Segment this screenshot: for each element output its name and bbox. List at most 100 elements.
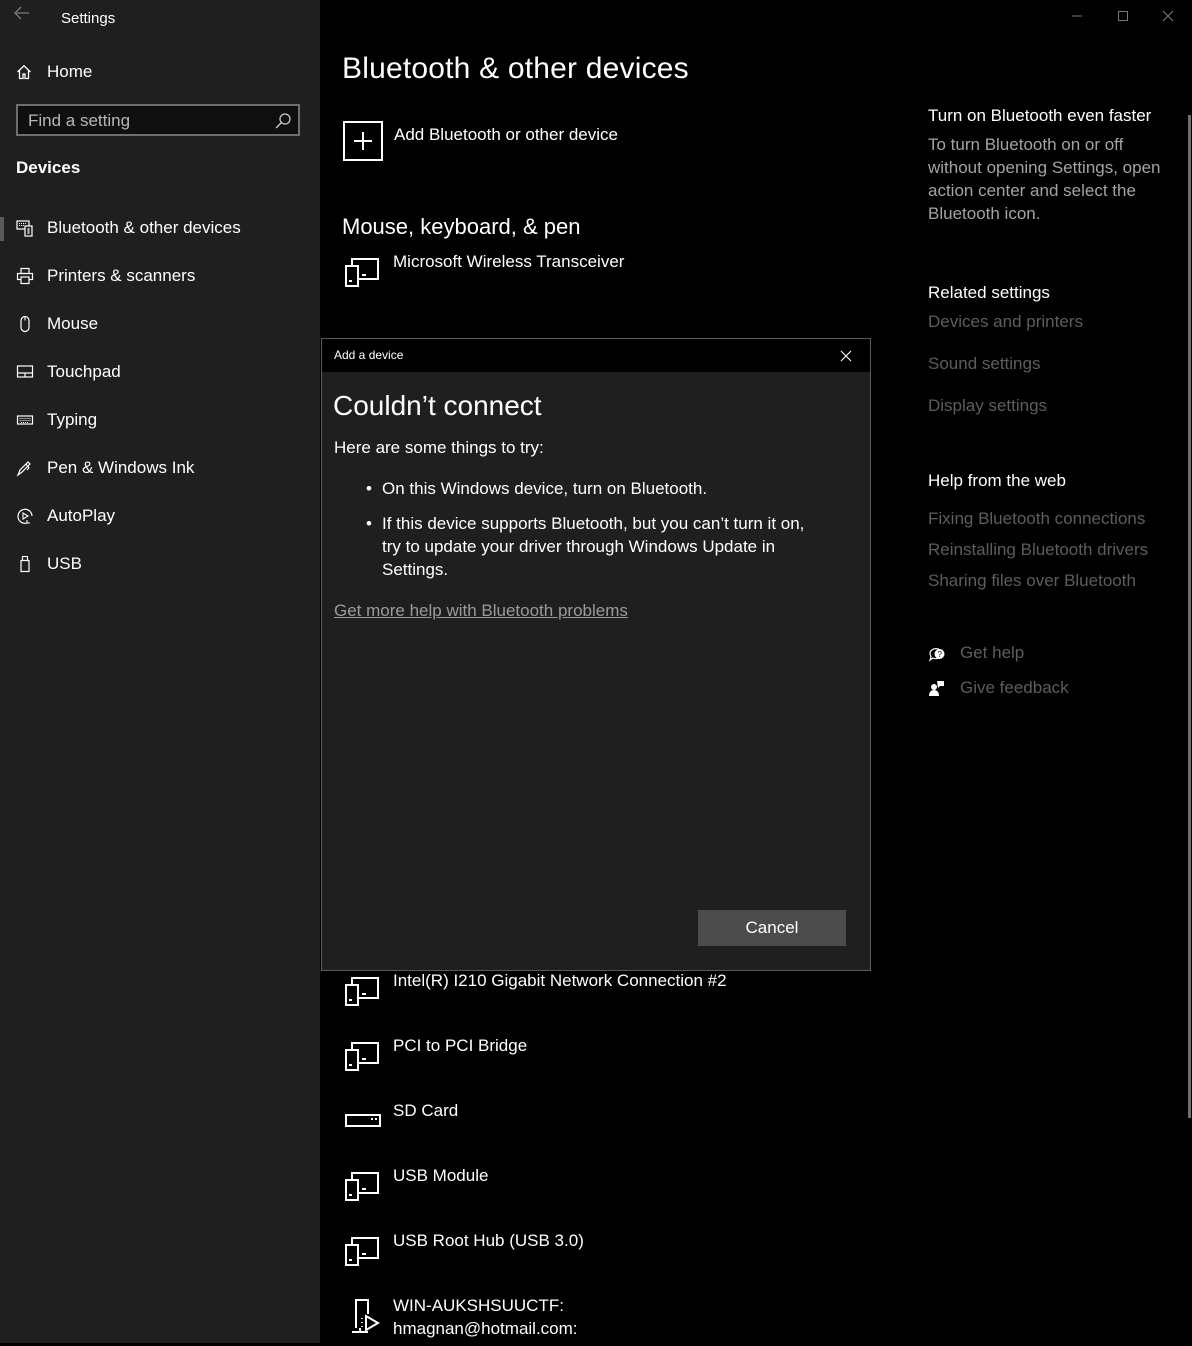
link-reinstalling-drivers[interactable]: Reinstalling Bluetooth drivers [928, 540, 1148, 560]
section-title: Devices [16, 158, 81, 177]
dialog-titlebar: Add a device [322, 339, 870, 372]
search-box[interactable] [16, 104, 300, 136]
feedback-icon [928, 679, 960, 697]
cancel-button[interactable]: Cancel [698, 910, 846, 946]
maximize-icon [1118, 11, 1128, 21]
close-button[interactable] [1145, 0, 1191, 32]
sidebar-item-label: Typing [47, 410, 98, 429]
dialog-title: Add a device [334, 348, 404, 362]
printer-icon [16, 267, 34, 285]
device-name-line2: hmagnan@hotmail.com: [393, 1319, 578, 1338]
close-icon [840, 350, 852, 362]
tips-list: On this Windows device, turn on Bluetoot… [366, 477, 806, 593]
device-icon [344, 1040, 382, 1074]
bluetooth-help-link[interactable]: Get more help with Bluetooth problems [334, 601, 628, 621]
sidebar: Settings Home Devices Bluetooth & other … [0, 0, 320, 1343]
home-nav[interactable]: Home [16, 60, 92, 84]
sidebar-item-label: Bluetooth & other devices [47, 218, 241, 237]
scrollbar[interactable] [1188, 115, 1191, 1118]
sidebar-item-autoplay[interactable]: AutoPlay [0, 492, 320, 540]
dialog-intro: Here are some things to try: [334, 438, 544, 457]
device-item[interactable]: USB Module [344, 1166, 844, 1210]
help-title: Help from the web [928, 471, 1066, 490]
sidebar-item-touchpad[interactable]: Touchpad [0, 348, 320, 396]
get-help-label: Get help [960, 643, 1025, 662]
link-fixing-bluetooth[interactable]: Fixing Bluetooth connections [928, 509, 1148, 529]
app-title: Settings [61, 10, 116, 27]
maximize-button[interactable] [1100, 0, 1146, 32]
autoplay-icon [16, 507, 34, 525]
selected-indicator [0, 217, 4, 241]
tip-text: To turn Bluetooth on or off without open… [928, 135, 1161, 223]
home-label: Home [47, 62, 93, 81]
back-button[interactable] [14, 6, 36, 26]
get-help-icon: ? [928, 644, 960, 662]
drive-icon [344, 1105, 382, 1139]
group-title: Mouse, keyboard, & pen [342, 214, 581, 239]
sidebar-item-usb[interactable]: USB [0, 540, 320, 588]
sidebar-nav: Bluetooth & other devices Printers & sca… [0, 204, 320, 588]
search-icon[interactable] [274, 112, 292, 130]
sidebar-item-label: USB [47, 554, 82, 573]
svg-text:?: ? [938, 650, 943, 659]
sidebar-item-pen[interactable]: Pen & Windows Ink [0, 444, 320, 492]
device-item[interactable]: USB Root Hub (USB 3.0) [344, 1231, 844, 1275]
device-item[interactable]: SD Card [344, 1101, 844, 1145]
keyboard-icon [16, 411, 34, 429]
device-name: USB Module [393, 1166, 489, 1185]
sidebar-item-typing[interactable]: Typing [0, 396, 320, 444]
sidebar-item-label: AutoPlay [47, 506, 116, 525]
sidebar-item-label: Touchpad [47, 362, 121, 381]
close-icon [1162, 10, 1174, 22]
usb-icon [16, 555, 34, 573]
add-device-label: Add Bluetooth or other device [394, 125, 618, 144]
minimize-icon [1072, 15, 1082, 17]
device-icon [344, 1235, 382, 1269]
media-server-icon [344, 1298, 382, 1333]
device-icon [344, 975, 382, 1009]
bluetooth-devices-icon [16, 219, 34, 237]
pen-icon [16, 459, 34, 477]
device-item[interactable]: Intel(R) I210 Gigabit Network Connection… [344, 971, 844, 1015]
get-help-link[interactable]: ? Get help [928, 643, 1024, 663]
sidebar-item-printers[interactable]: Printers & scanners [0, 252, 320, 300]
mouse-icon [16, 315, 34, 333]
dialog-close-button[interactable] [830, 343, 862, 369]
device-name: Microsoft Wireless Transceiver [393, 252, 625, 271]
give-feedback-link[interactable]: Give feedback [928, 678, 1069, 698]
related-settings-section: Related settings Devices and printers So… [928, 283, 1083, 416]
device-name: Intel(R) I210 Gigabit Network Connection… [393, 971, 727, 990]
tip-title: Turn on Bluetooth even faster [928, 106, 1152, 125]
sidebar-item-label: Printers & scanners [47, 266, 196, 285]
link-sharing-files[interactable]: Sharing files over Bluetooth [928, 571, 1148, 591]
help-section: Help from the web Fixing Bluetooth conne… [928, 471, 1148, 591]
minimize-button[interactable] [1054, 0, 1100, 32]
search-input[interactable] [28, 110, 268, 132]
dialog-heading: Couldn’t connect [333, 390, 542, 421]
link-sound-settings[interactable]: Sound settings [928, 354, 1083, 374]
device-name: PCI to PCI Bridge [393, 1036, 528, 1055]
link-devices-and-printers[interactable]: Devices and printers [928, 312, 1083, 332]
device-item[interactable]: Microsoft Wireless Transceiver [344, 252, 844, 296]
link-display-settings[interactable]: Display settings [928, 396, 1083, 416]
device-name: USB Root Hub (USB 3.0) [393, 1231, 584, 1250]
add-device-button[interactable]: Add Bluetooth or other device [343, 121, 618, 161]
device-item[interactable]: WIN-AUKSHSUUCTF: hmagnan@hotmail.com: [344, 1296, 844, 1346]
tip-item: If this device supports Bluetooth, but y… [366, 512, 806, 581]
device-name-line1: WIN-AUKSHSUUCTF: [393, 1296, 564, 1315]
tip-item: On this Windows device, turn on Bluetoot… [366, 477, 806, 500]
sidebar-item-label: Pen & Windows Ink [47, 458, 195, 477]
home-icon [16, 63, 34, 81]
plus-icon [343, 121, 383, 161]
back-arrow-icon [14, 6, 29, 20]
device-name: WIN-AUKSHSUUCTF: hmagnan@hotmail.com: [393, 1294, 578, 1340]
touchpad-icon [16, 363, 34, 381]
sidebar-item-mouse[interactable]: Mouse [0, 300, 320, 348]
device-item[interactable]: PCI to PCI Bridge [344, 1036, 844, 1080]
sidebar-item-bluetooth[interactable]: Bluetooth & other devices [0, 204, 320, 252]
page-title: Bluetooth & other devices [342, 52, 689, 85]
related-title: Related settings [928, 283, 1050, 302]
device-name: SD Card [393, 1101, 459, 1120]
device-icon [344, 1170, 382, 1204]
tip-section: Turn on Bluetooth even faster To turn Bl… [928, 106, 1183, 225]
